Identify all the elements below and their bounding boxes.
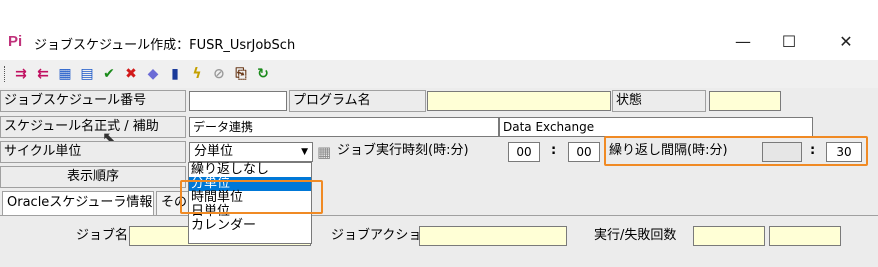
schedule-number-label: ジョブスケジュール番号	[0, 90, 186, 112]
chart-icon[interactable]: ▮	[164, 63, 186, 85]
maximize-button[interactable]: ☐	[766, 26, 812, 56]
exec-count-field[interactable]	[693, 226, 765, 246]
calendar-grid-icon[interactable]: ▦	[317, 143, 331, 161]
schedule-sub-name-field[interactable]: Data Exchange	[499, 117, 813, 137]
exec-hour-field[interactable]: 00	[508, 142, 540, 162]
refresh-icon[interactable]: ↻	[252, 63, 274, 85]
print-preview-icon[interactable]: ▦	[54, 63, 76, 85]
run-icon[interactable]: ϟ	[186, 63, 208, 85]
program-name-field[interactable]	[427, 91, 611, 111]
program-name-label: プログラム名	[289, 90, 426, 112]
job-action-field[interactable]	[419, 226, 567, 246]
tab-oracle-scheduler[interactable]: Oracleスケジューラ情報	[2, 191, 154, 215]
cycle-unit-value: 分単位	[194, 144, 234, 159]
minimize-button[interactable]: —	[720, 26, 766, 56]
job-name-label: ジョブ名	[76, 228, 129, 243]
highlight-box-repeat-interval	[604, 136, 868, 166]
status-field[interactable]	[709, 91, 781, 111]
import-icon[interactable]: ⇉	[10, 63, 32, 85]
schedule-name-label: スケジュール名正式 / 補助	[0, 116, 186, 138]
display-order-label: 表示順序	[0, 166, 186, 188]
schedule-form: ジョブスケジュール番号 プログラム名 状態 スケジュール名正式 / 補助 データ…	[0, 88, 878, 267]
cycle-unit-select[interactable]: 分単位 ▼	[189, 142, 313, 162]
title-bar: Pi ジョブスケジュール作成：FUSR_UsrJobSch — ☐ ✕	[0, 22, 878, 60]
erase-icon[interactable]: ◆	[142, 63, 164, 85]
dropdown-option-no-repeat[interactable]: 繰り返しなし	[189, 163, 311, 177]
schedule-name-field[interactable]: データ連携	[189, 117, 499, 137]
exec-time-label: ジョブ実行時刻(時:分)	[337, 143, 469, 158]
exec-minute-field[interactable]: 00	[568, 142, 600, 162]
app-icon: Pi	[8, 33, 23, 50]
toolbar-grip[interactable]	[4, 66, 7, 82]
tab-divider	[0, 215, 878, 216]
status-label: 状態	[612, 90, 706, 112]
exec-fail-count-label: 実行/失敗回数	[594, 228, 677, 243]
delete-icon[interactable]: ✖	[120, 63, 142, 85]
toolbar: ⇉ ⇇ ▦ ▤ ✔ ✖ ◆ ▮ ϟ ⊘ ⎘ ↻	[0, 60, 878, 88]
window-title: ジョブスケジュール作成：FUSR_UsrJobSch	[34, 38, 296, 53]
cycle-unit-label: サイクル単位	[0, 141, 186, 163]
export-icon[interactable]: ⇇	[32, 63, 54, 85]
schedule-number-field[interactable]	[189, 91, 287, 111]
highlight-box-options	[180, 180, 323, 214]
copy-icon[interactable]: ⎘	[230, 63, 252, 85]
print-icon[interactable]: ▤	[76, 63, 98, 85]
close-button[interactable]: ✕	[823, 26, 869, 56]
check-icon[interactable]: ✔	[98, 63, 120, 85]
chevron-down-icon[interactable]: ▼	[301, 143, 308, 161]
toolbar-buttons: ⇉ ⇇ ▦ ▤ ✔ ✖ ◆ ▮ ϟ ⊘ ⎘ ↻	[10, 63, 274, 85]
fail-count-field[interactable]	[769, 226, 841, 246]
stop-icon[interactable]: ⊘	[208, 63, 230, 85]
dropdown-option-calendar[interactable]: カレンダー	[189, 219, 311, 233]
exec-time-separator: :	[551, 143, 557, 158]
